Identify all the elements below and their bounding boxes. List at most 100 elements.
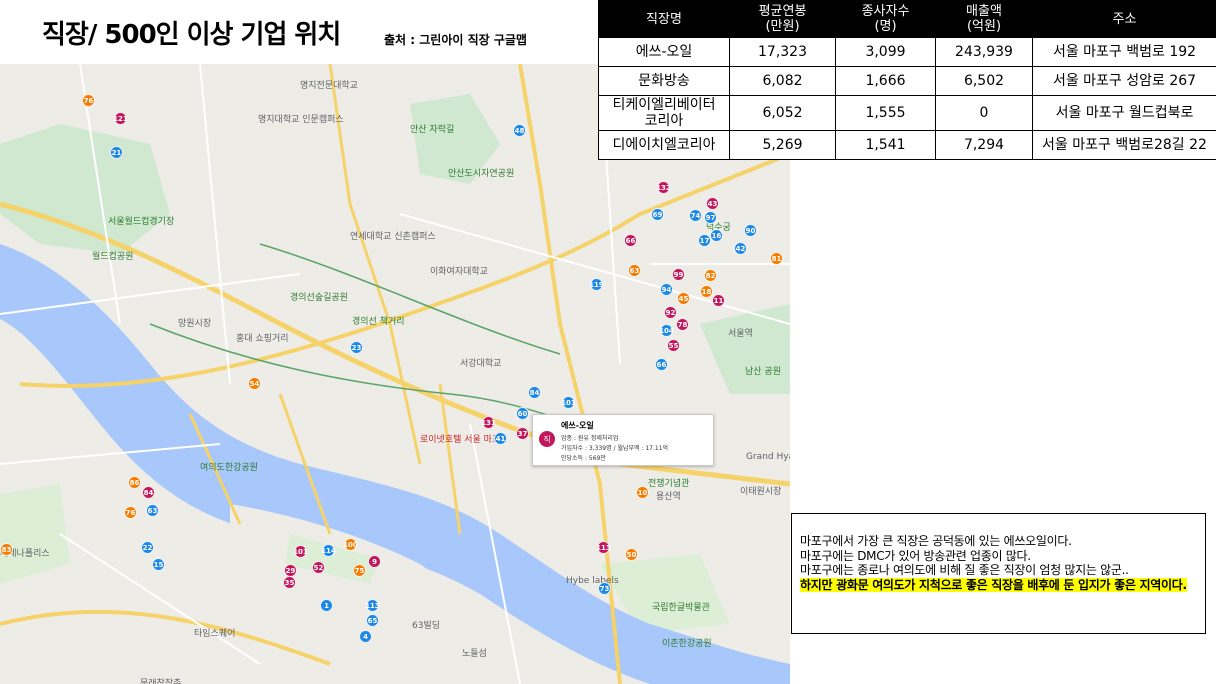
company-marker[interactable]: 22: [141, 541, 154, 554]
company-marker[interactable]: 29: [284, 564, 297, 577]
map-label: 63빌딩: [412, 621, 441, 631]
company-marker[interactable]: 75: [353, 564, 366, 577]
cell-address: 서울 마포구 성암로 267: [1032, 66, 1216, 96]
map-label: 이화여자대학교: [430, 267, 488, 277]
company-marker[interactable]: 82: [704, 269, 717, 282]
map-label: 여의도한강공원: [200, 463, 258, 473]
company-marker[interactable]: 60: [516, 407, 529, 420]
company-marker[interactable]: 114: [321, 544, 336, 557]
company-marker[interactable]: 113: [365, 599, 380, 612]
company-marker[interactable]: 63: [146, 504, 159, 517]
company-marker[interactable]: 66: [655, 358, 668, 371]
cell-salary: 6,082: [729, 66, 836, 96]
header-avg-salary: 평균연봉 (만원): [729, 0, 836, 38]
company-marker[interactable]: 66: [624, 234, 637, 247]
company-marker[interactable]: 94: [660, 283, 673, 296]
world-cup-park-area: [0, 124, 170, 254]
company-marker[interactable]: 69: [651, 208, 664, 221]
company-marker[interactable]: 11: [712, 294, 725, 307]
company-marker[interactable]: 78: [676, 318, 689, 331]
company-marker[interactable]: 76: [82, 94, 95, 107]
company-marker[interactable]: 99: [672, 268, 685, 281]
company-marker[interactable]: 76: [124, 506, 137, 519]
company-marker[interactable]: 16: [710, 229, 723, 242]
company-marker[interactable]: 104: [659, 324, 674, 337]
map-label: 월드컵공원: [92, 252, 134, 262]
company-marker[interactable]: 55: [667, 339, 680, 352]
header-address: 주소: [1032, 0, 1216, 38]
map-label: 명지대학교 인문캠퍼스: [258, 115, 344, 125]
cell-address: 서울 마포구 백범로 192: [1032, 37, 1216, 67]
company-marker[interactable]: 21: [110, 146, 123, 159]
popup-industry: 업종 : 원유 정제처리업: [561, 435, 619, 442]
map-label: 홍대 쇼핑거리: [236, 334, 289, 344]
company-marker[interactable]: 86: [128, 476, 141, 489]
company-marker[interactable]: 119: [589, 278, 604, 291]
company-marker[interactable]: 81: [770, 252, 783, 265]
company-marker[interactable]: 73: [598, 582, 611, 595]
company-marker[interactable]: 100: [343, 538, 358, 551]
company-marker[interactable]: 23: [350, 341, 363, 354]
cell-revenue: 243,939: [935, 37, 1033, 67]
cell-company-name: 문화방송: [598, 66, 730, 96]
map-label: 안산도시자연공원: [448, 169, 515, 179]
table-row: 디에이치엘코리아 5,269 1,541 7,294 서울 마포구 백범로28길…: [598, 130, 1216, 160]
cell-salary: 5,269: [729, 130, 836, 160]
company-marker[interactable]: 48: [513, 124, 526, 137]
company-marker[interactable]: 121: [113, 112, 128, 125]
map-label: 용산역: [656, 492, 681, 502]
company-marker[interactable]: 9: [368, 555, 381, 568]
company-marker[interactable]: 74: [689, 209, 702, 222]
map-label: 연세대학교 신촌캠퍼스: [350, 232, 436, 242]
company-marker[interactable]: 92: [664, 306, 677, 319]
company-marker[interactable]: 45: [677, 292, 690, 305]
company-marker[interactable]: 132: [656, 181, 671, 194]
company-marker[interactable]: 90: [744, 224, 757, 237]
cell-revenue: 6,502: [935, 66, 1033, 96]
map-label: Hybe labels: [566, 576, 619, 586]
map-label: 로이넷호텔 서울 마포: [420, 435, 501, 445]
map-label: 경의선 책거리: [352, 317, 405, 327]
company-marker[interactable]: 42: [734, 242, 747, 255]
company-marker[interactable]: 63: [628, 264, 641, 277]
company-marker[interactable]: 41: [494, 432, 507, 445]
company-marker[interactable]: 50: [625, 548, 638, 561]
company-marker[interactable]: 52: [312, 561, 325, 574]
map-label: 서울역: [728, 329, 753, 339]
popup-company-name: 에쓰-오일: [561, 421, 594, 430]
company-info-popup[interactable]: 직 에쓰-오일 업종 : 원유 정제처리업 가입자수 : 3,339명 / 월납…: [532, 414, 714, 466]
company-marker[interactable]: 84: [528, 386, 541, 399]
cell-company-name: 디에이치엘코리아: [598, 130, 730, 160]
riverside-park-area: [0, 484, 70, 584]
note-line: 마포구에는 종로나 여의도에 비해 질 좋은 직장이 엄청 많지는 않군..: [800, 563, 1129, 577]
company-marker[interactable]: 83: [0, 543, 13, 556]
company-marker[interactable]: 4: [359, 630, 372, 643]
company-marker[interactable]: 18: [700, 285, 713, 298]
company-marker[interactable]: 84: [142, 486, 155, 499]
company-marker[interactable]: 10: [636, 486, 649, 499]
road-5: [0, 609, 331, 666]
source-caption: 출처 : 그린아이 직장 구글맵: [384, 33, 527, 47]
cell-company-name: 티케이엘리베이터 코리아: [598, 95, 730, 131]
cell-revenue: 0: [935, 95, 1033, 131]
map-label: 문래창작촌: [140, 679, 182, 684]
note-highlight-line: 하지만 광화문 여의도가 지척으로 좋은 직장을 배후에 둔 입지가 좋은 지역…: [800, 577, 1187, 592]
company-marker[interactable]: 131: [481, 416, 496, 429]
company-marker[interactable]: 101: [293, 545, 308, 558]
map-label: 경의선숲길공원: [290, 293, 348, 303]
company-marker[interactable]: 15: [152, 558, 165, 571]
company-marker[interactable]: 65: [366, 614, 379, 627]
company-marker[interactable]: 113: [596, 541, 611, 554]
company-marker[interactable]: 37: [516, 427, 529, 440]
company-marker[interactable]: 35: [283, 576, 296, 589]
company-marker[interactable]: 17: [698, 234, 711, 247]
company-marker[interactable]: 1: [320, 599, 333, 612]
company-marker[interactable]: 43: [706, 197, 719, 210]
company-marker[interactable]: 101: [561, 396, 576, 409]
map-label: 이촌한강공원: [662, 639, 712, 649]
table-row: 티케이엘리베이터 코리아 6,052 1,555 0 서울 마포구 월드컵북로: [598, 95, 1216, 131]
cell-address: 서울 마포구 월드컵북로: [1032, 95, 1216, 131]
company-marker[interactable]: 54: [248, 377, 261, 390]
map-label: 안산 자락길: [410, 125, 455, 135]
company-marker[interactable]: 97: [704, 211, 717, 224]
